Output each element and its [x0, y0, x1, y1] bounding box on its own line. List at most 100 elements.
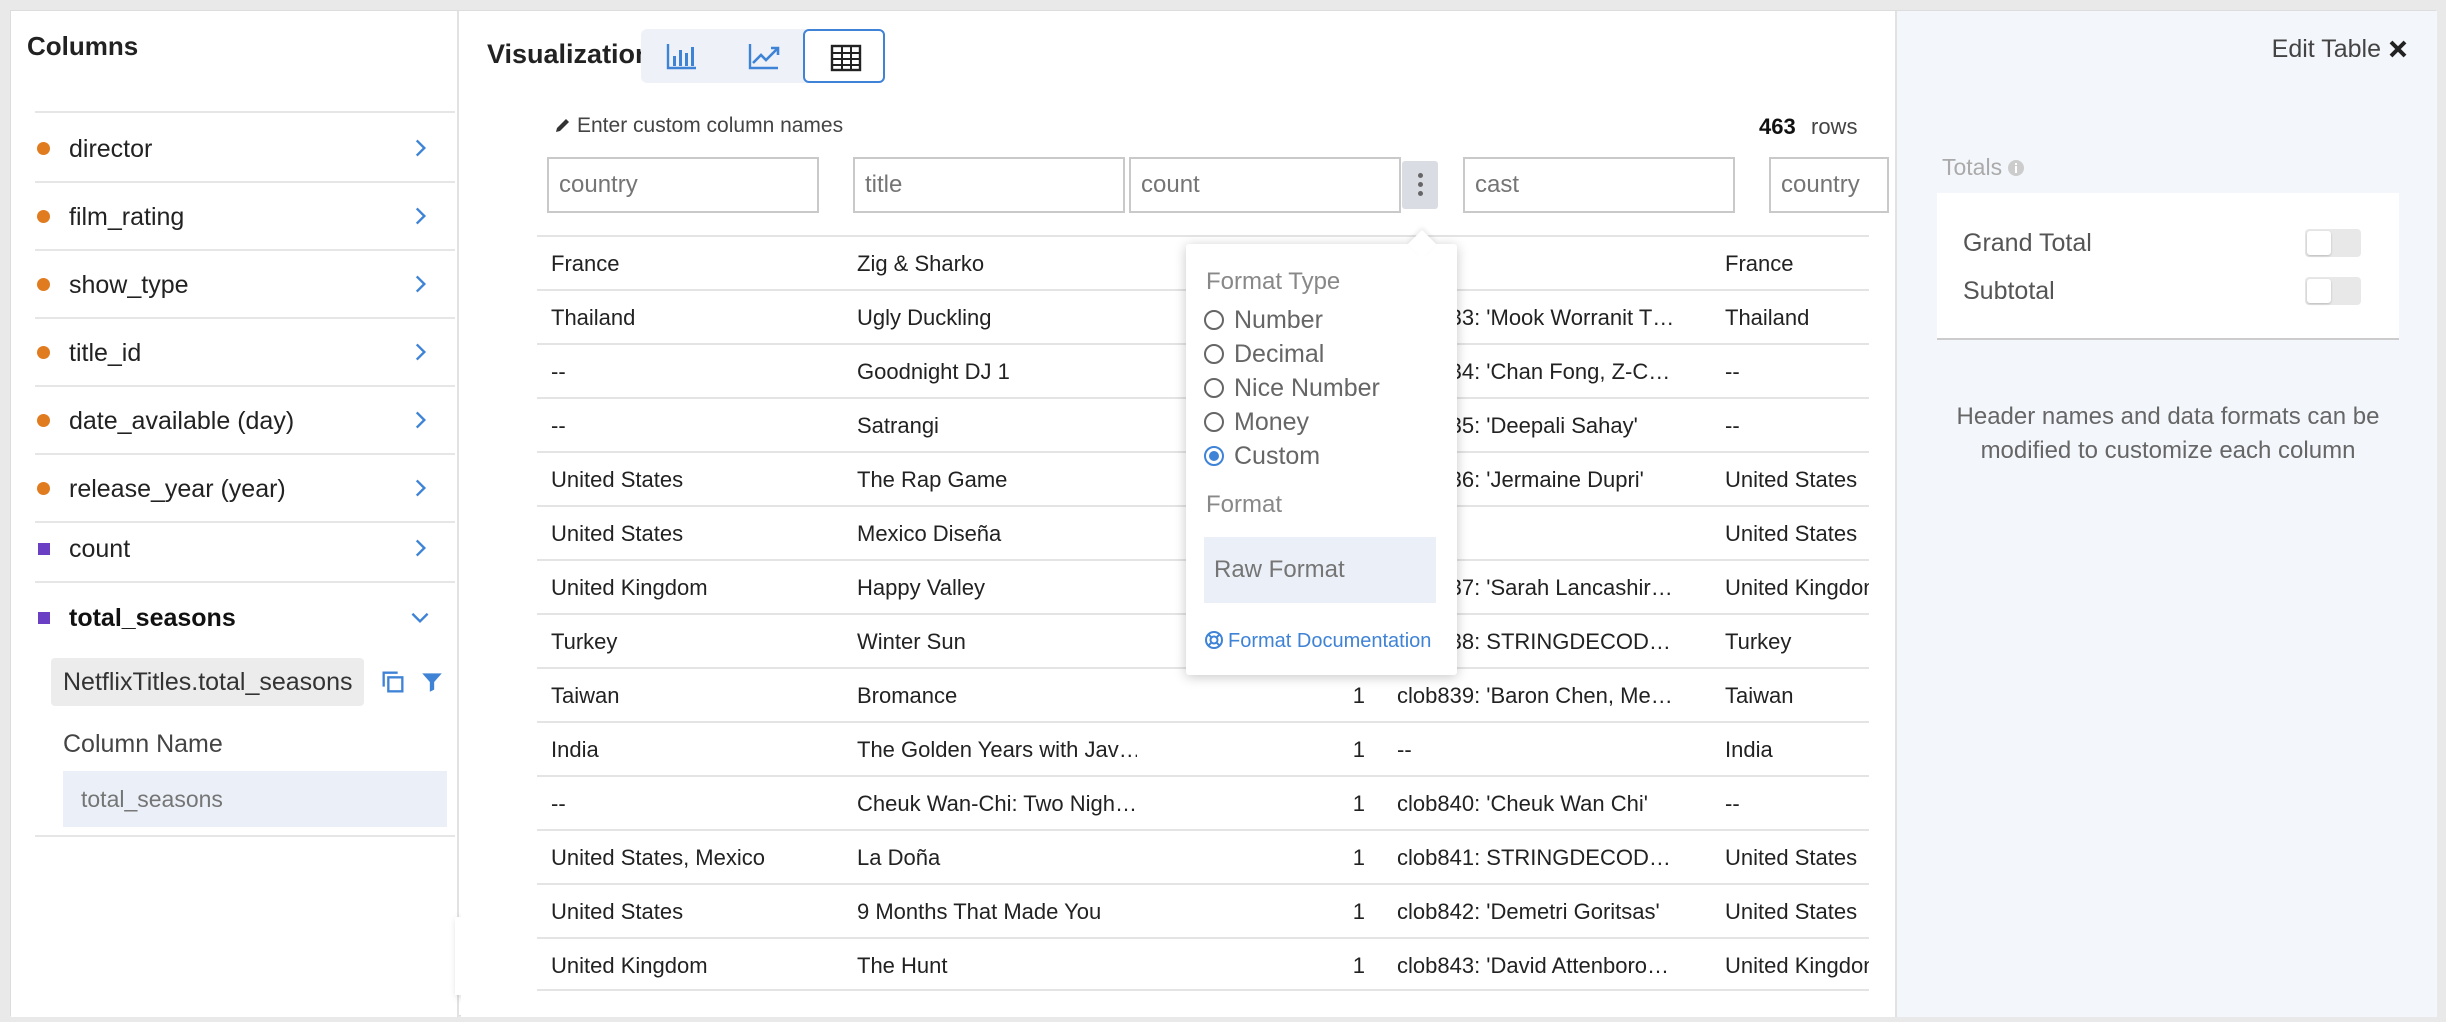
columns-sidebar: Columns title director film_rating show_ty… [11, 11, 459, 1017]
grand-total-toggle[interactable] [2305, 229, 2361, 257]
radio-button[interactable] [1204, 446, 1224, 466]
main-area: Visualization Enter custom column names … [461, 11, 1903, 1017]
sidebar-item-film-rating[interactable]: film_rating [35, 183, 455, 251]
filter-icon[interactable] [419, 668, 445, 696]
header-input-country[interactable] [547, 157, 819, 213]
table-cell: -- [1725, 359, 1740, 384]
format-heading: Format [1206, 491, 1283, 518]
dimension-dot-icon [37, 142, 50, 155]
pencil-icon [556, 119, 569, 132]
radio-label: Nice Number [1234, 374, 1380, 402]
radio-button[interactable] [1204, 412, 1224, 432]
table-cell: clob842: 'Demetri Goritsas' [1397, 899, 1660, 924]
sidebar-item-label: date_available (day) [69, 407, 295, 435]
radio-button[interactable] [1204, 344, 1224, 364]
table-cell: 1 [1352, 737, 1365, 762]
table-cell: Taiwan [551, 683, 620, 708]
table-cell: 1 [1352, 683, 1365, 708]
header-input-cast[interactable] [1463, 157, 1735, 213]
visualization-label: Visualization [487, 39, 652, 69]
table-cell: clob839: 'Baron Chen, Me… [1397, 683, 1673, 708]
table-cell: -- [551, 413, 566, 438]
raw-format-input[interactable] [1204, 537, 1436, 603]
table-row: United Kingdom The Hunt 1 clob843: 'David A… [537, 937, 1869, 991]
table-cell: United States [551, 521, 684, 546]
radio-button[interactable] [1204, 378, 1224, 398]
table-button[interactable] [803, 29, 885, 83]
table-row: Taiwan Bromance 1 clob839: 'Baron Chen, Me…… [537, 667, 1869, 721]
row-count-label: rows [1811, 114, 1858, 139]
format-popover: Format Type Format Format Documentation … [1186, 229, 1457, 675]
radio-label: Number [1234, 306, 1323, 334]
sidebar-item-show-type[interactable]: show_type [35, 251, 455, 319]
chevron-right-icon[interactable] [407, 475, 433, 501]
table-cell: United States [1725, 899, 1858, 924]
table-cell: 9 Months That Made You [857, 899, 1102, 924]
radio-label: Custom [1234, 442, 1321, 470]
edit-table-title: Edit Table [2271, 35, 2381, 63]
bar-chart-button[interactable] [641, 29, 723, 83]
sidebar-item-label: total_seasons [69, 604, 236, 632]
table-cell: Thailand [1725, 305, 1810, 330]
row-count: 463 [1759, 114, 1796, 139]
line-chart-button[interactable] [723, 29, 805, 83]
table-row: United States 9 Months That Made You 1 clob… [537, 883, 1869, 937]
table-cell: -- [1725, 413, 1740, 438]
column-options-button[interactable] [1402, 161, 1438, 209]
header-input-country-2[interactable] [1769, 157, 1889, 213]
chevron-right-icon[interactable] [407, 535, 433, 561]
table-cell: India [1725, 737, 1773, 762]
radio-label: Decimal [1234, 340, 1325, 368]
header-input-title[interactable] [853, 157, 1125, 213]
table-cell: Happy Valley [857, 575, 985, 600]
table-cell: France [1725, 251, 1794, 276]
info-icon [2008, 160, 2025, 176]
copy-icon[interactable] [379, 668, 407, 696]
sidebar-item-director[interactable]: director [35, 115, 455, 183]
chevron-right-icon[interactable] [407, 407, 433, 433]
dimension-dot-icon [37, 346, 50, 359]
custom-column-names-link[interactable]: Enter custom column names [553, 114, 843, 138]
sidebar-item-release-year-year[interactable]: release_year (year) [35, 455, 455, 523]
sidebar-item-count[interactable]: count [35, 515, 455, 583]
chevron-right-icon[interactable] [407, 135, 433, 161]
table-cell: -- [551, 791, 566, 816]
chevron-right-icon[interactable] [407, 339, 433, 365]
totals-box: Grand Total Subtotal [1937, 193, 2399, 340]
column-name-input[interactable] [63, 771, 447, 827]
header-input-count[interactable] [1129, 157, 1401, 213]
radio-button[interactable] [1204, 310, 1224, 330]
dimension-dot-icon [37, 482, 50, 495]
subtotal-toggle[interactable] [2305, 277, 2361, 305]
table-cell: -- [1397, 737, 1412, 762]
bar-chart-icon [666, 44, 696, 70]
dimension-dot-icon [37, 414, 50, 427]
table-cell: The Rap Game [857, 467, 1008, 492]
table-cell: United States [1725, 845, 1858, 870]
table-row: United States, Mexico La Doña 1 clob841: ST… [537, 829, 1869, 883]
lifebuoy-icon [1205, 631, 1223, 649]
chevron-right-icon[interactable] [407, 271, 433, 297]
table-cell: United States [551, 467, 684, 492]
sidebar-item-partial[interactable]: title [35, 67, 455, 113]
chevron-right-icon[interactable] [407, 203, 433, 229]
measure-square-icon [38, 543, 50, 555]
sidebar-item-label: title_id [69, 339, 142, 367]
table-cell: Turkey [551, 629, 618, 654]
table-cell: Ugly Duckling [857, 305, 992, 330]
sidebar-item-total-seasons[interactable]: total_seasons NetflixTitles.total_season… [35, 584, 455, 837]
table-cell: Winter Sun [857, 629, 966, 654]
grand-total-label: Grand Total [1963, 229, 2092, 257]
help-text: Header names and data formats can be mod… [1956, 403, 2380, 464]
measure-square-icon [38, 612, 50, 624]
edit-table-close[interactable]: Edit Table [2272, 35, 2409, 64]
table-cell: Taiwan [1725, 683, 1794, 708]
close-icon [2389, 40, 2407, 58]
format-documentation-link[interactable]: Format Documentation [1204, 630, 1431, 653]
sidebar-title: Columns [27, 31, 139, 61]
chevron-down-icon[interactable] [407, 604, 433, 630]
sidebar-item-date-available-day[interactable]: date_available (day) [35, 387, 455, 455]
sidebar-item-title-id[interactable]: title_id [35, 319, 455, 387]
table-cell: clob840: 'Cheuk Wan Chi' [1397, 791, 1648, 816]
table-cell: United Kingdom [551, 953, 708, 978]
